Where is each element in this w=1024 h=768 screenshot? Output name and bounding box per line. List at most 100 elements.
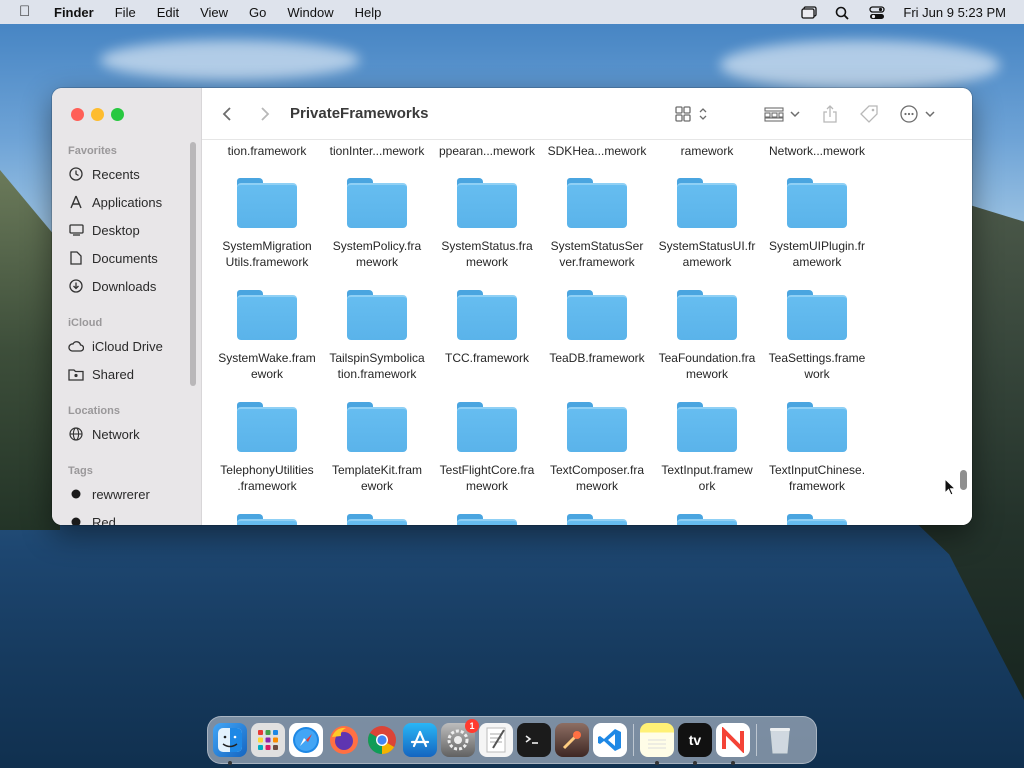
dock-launchpad[interactable] [251,723,285,757]
file-item[interactable]: TemplateKit.fram ework [322,402,432,494]
file-item-label[interactable]: SDKHea...mework [542,144,652,158]
file-item[interactable]: SystemWake.fram ework [212,290,322,382]
file-item[interactable]: TeaFoundation.fra mework [652,290,762,382]
finder-window: Favorites Recents Applications Desktop D… [52,88,972,525]
file-item[interactable] [542,514,652,525]
sidebar-item-label: Applications [92,194,163,210]
sidebar-tag-red[interactable]: Red [68,510,194,525]
file-item[interactable] [322,514,432,525]
folder-icon [457,178,517,228]
file-item[interactable]: TeaSettings.frame work [762,290,872,382]
sidebar-item-shared[interactable]: Shared [68,362,194,386]
forward-button[interactable] [260,104,270,124]
content-scrollbar[interactable] [960,470,967,490]
menu-file[interactable]: File [115,5,136,20]
sidebar-item-downloads[interactable]: Downloads [68,274,194,298]
dock-notes[interactable] [640,723,674,765]
group-button[interactable] [764,104,800,124]
file-item[interactable]: TextInputChinese. framework [762,402,872,494]
dock-instruments[interactable] [555,723,589,757]
file-item-label: .framework [237,479,297,493]
file-item[interactable]: TestFlightCore.fra mework [432,402,542,494]
file-item-label: SystemMigration [222,239,312,253]
file-item[interactable]: TeaDB.framework [542,290,652,366]
dock-finder[interactable] [213,723,247,765]
apple-menu-icon[interactable]:  [19,0,35,24]
close-window-button[interactable] [71,108,84,121]
dock-system-preferences[interactable]: 1 [441,719,479,757]
file-item[interactable]: TelephonyUtilities .framework [212,402,322,494]
control-center-icon[interactable] [869,5,886,19]
file-item[interactable] [212,514,322,525]
sidebar-item-label: Downloads [92,278,157,294]
dock-app-store[interactable] [403,723,437,757]
menu-finder[interactable]: Finder [54,5,94,20]
dock-firefox[interactable] [327,723,361,757]
menu-edit[interactable]: Edit [157,5,179,20]
file-item[interactable] [652,514,762,525]
file-item[interactable] [762,514,872,525]
dock-terminal[interactable] [517,723,551,757]
sidebar-item-network[interactable]: Network [68,422,194,446]
folder-icon [237,402,297,452]
spotlight-search-icon[interactable] [835,6,851,20]
group-icon [764,107,800,122]
tag-button[interactable] [859,104,879,124]
tag-icon [860,105,878,123]
menu-go[interactable]: Go [249,5,266,20]
file-item[interactable]: TCC.framework [432,290,542,366]
share-button[interactable] [822,104,838,124]
chevron-right-icon [261,107,270,121]
sidebar-scrollbar[interactable] [190,142,196,386]
file-item-label[interactable]: ramework [652,144,762,158]
menu-help[interactable]: Help [355,5,382,20]
dock-apple-tv[interactable]: tv [678,723,712,765]
dock-vscode[interactable] [593,723,627,757]
file-item[interactable]: SystemPolicy.fra mework [322,178,432,270]
file-item-label[interactable]: tionInter...mework [322,144,432,158]
sidebar-item-label: iCloud Drive [92,338,163,354]
file-item-label: TextComposer.fra [549,463,645,477]
menubar-clock[interactable]: Fri Jun 9 5:23 PM [903,5,1006,20]
more-actions-button[interactable] [900,104,936,124]
dock-separator [633,724,634,756]
sidebar-tag-rewwrerer[interactable]: rewwrerer [68,482,194,506]
file-item[interactable]: SystemStatusSer ver.framework [542,178,652,270]
cloud [100,40,360,80]
menu-view[interactable]: View [200,5,228,20]
dock-safari[interactable] [289,723,323,757]
file-item-label: ework [250,367,283,381]
sidebar-item-applications[interactable]: Applications [68,190,194,214]
file-item[interactable]: TextComposer.fra mework [542,402,652,494]
file-item[interactable]: TailspinSymbolica tion.framework [322,290,432,382]
file-item-label: mework [465,479,508,493]
dock-trash[interactable] [763,723,797,757]
dock-news[interactable] [716,723,750,765]
file-item[interactable]: SystemMigration Utils.framework [212,178,322,270]
folder-icon [677,290,737,340]
menu-window[interactable]: Window [287,5,333,20]
file-item[interactable]: SystemStatusUI.fr amework [652,178,762,270]
dock: 1 tv [207,716,817,765]
zoom-window-button[interactable] [111,108,124,121]
file-item-label[interactable]: ppearan...mework [432,144,542,158]
sidebar-item-icloud-drive[interactable]: iCloud Drive [68,334,194,358]
sidebar-item-recents[interactable]: Recents [68,162,194,186]
globe-icon [68,426,84,442]
file-item[interactable] [432,514,542,525]
minimize-window-button[interactable] [91,108,104,121]
dock-chrome[interactable] [365,723,399,757]
file-item-label: TeaFoundation.fra [658,351,756,365]
sidebar-item-documents[interactable]: Documents [68,246,194,270]
file-item-label[interactable]: tion.framework [212,144,322,158]
sidebar-item-desktop[interactable]: Desktop [68,218,194,242]
view-grid-button[interactable] [675,104,709,124]
file-item[interactable]: SystemStatus.fra mework [432,178,542,270]
file-item[interactable]: SystemUIPlugin.fr amework [762,178,872,270]
screen-mirroring-icon[interactable] [801,5,818,19]
back-button[interactable] [222,104,232,124]
dock-textedit[interactable] [479,723,513,757]
file-item-label[interactable]: Network...mework [762,144,872,158]
file-item[interactable]: TextInput.framew ork [652,402,762,494]
cloud-icon [68,338,84,354]
